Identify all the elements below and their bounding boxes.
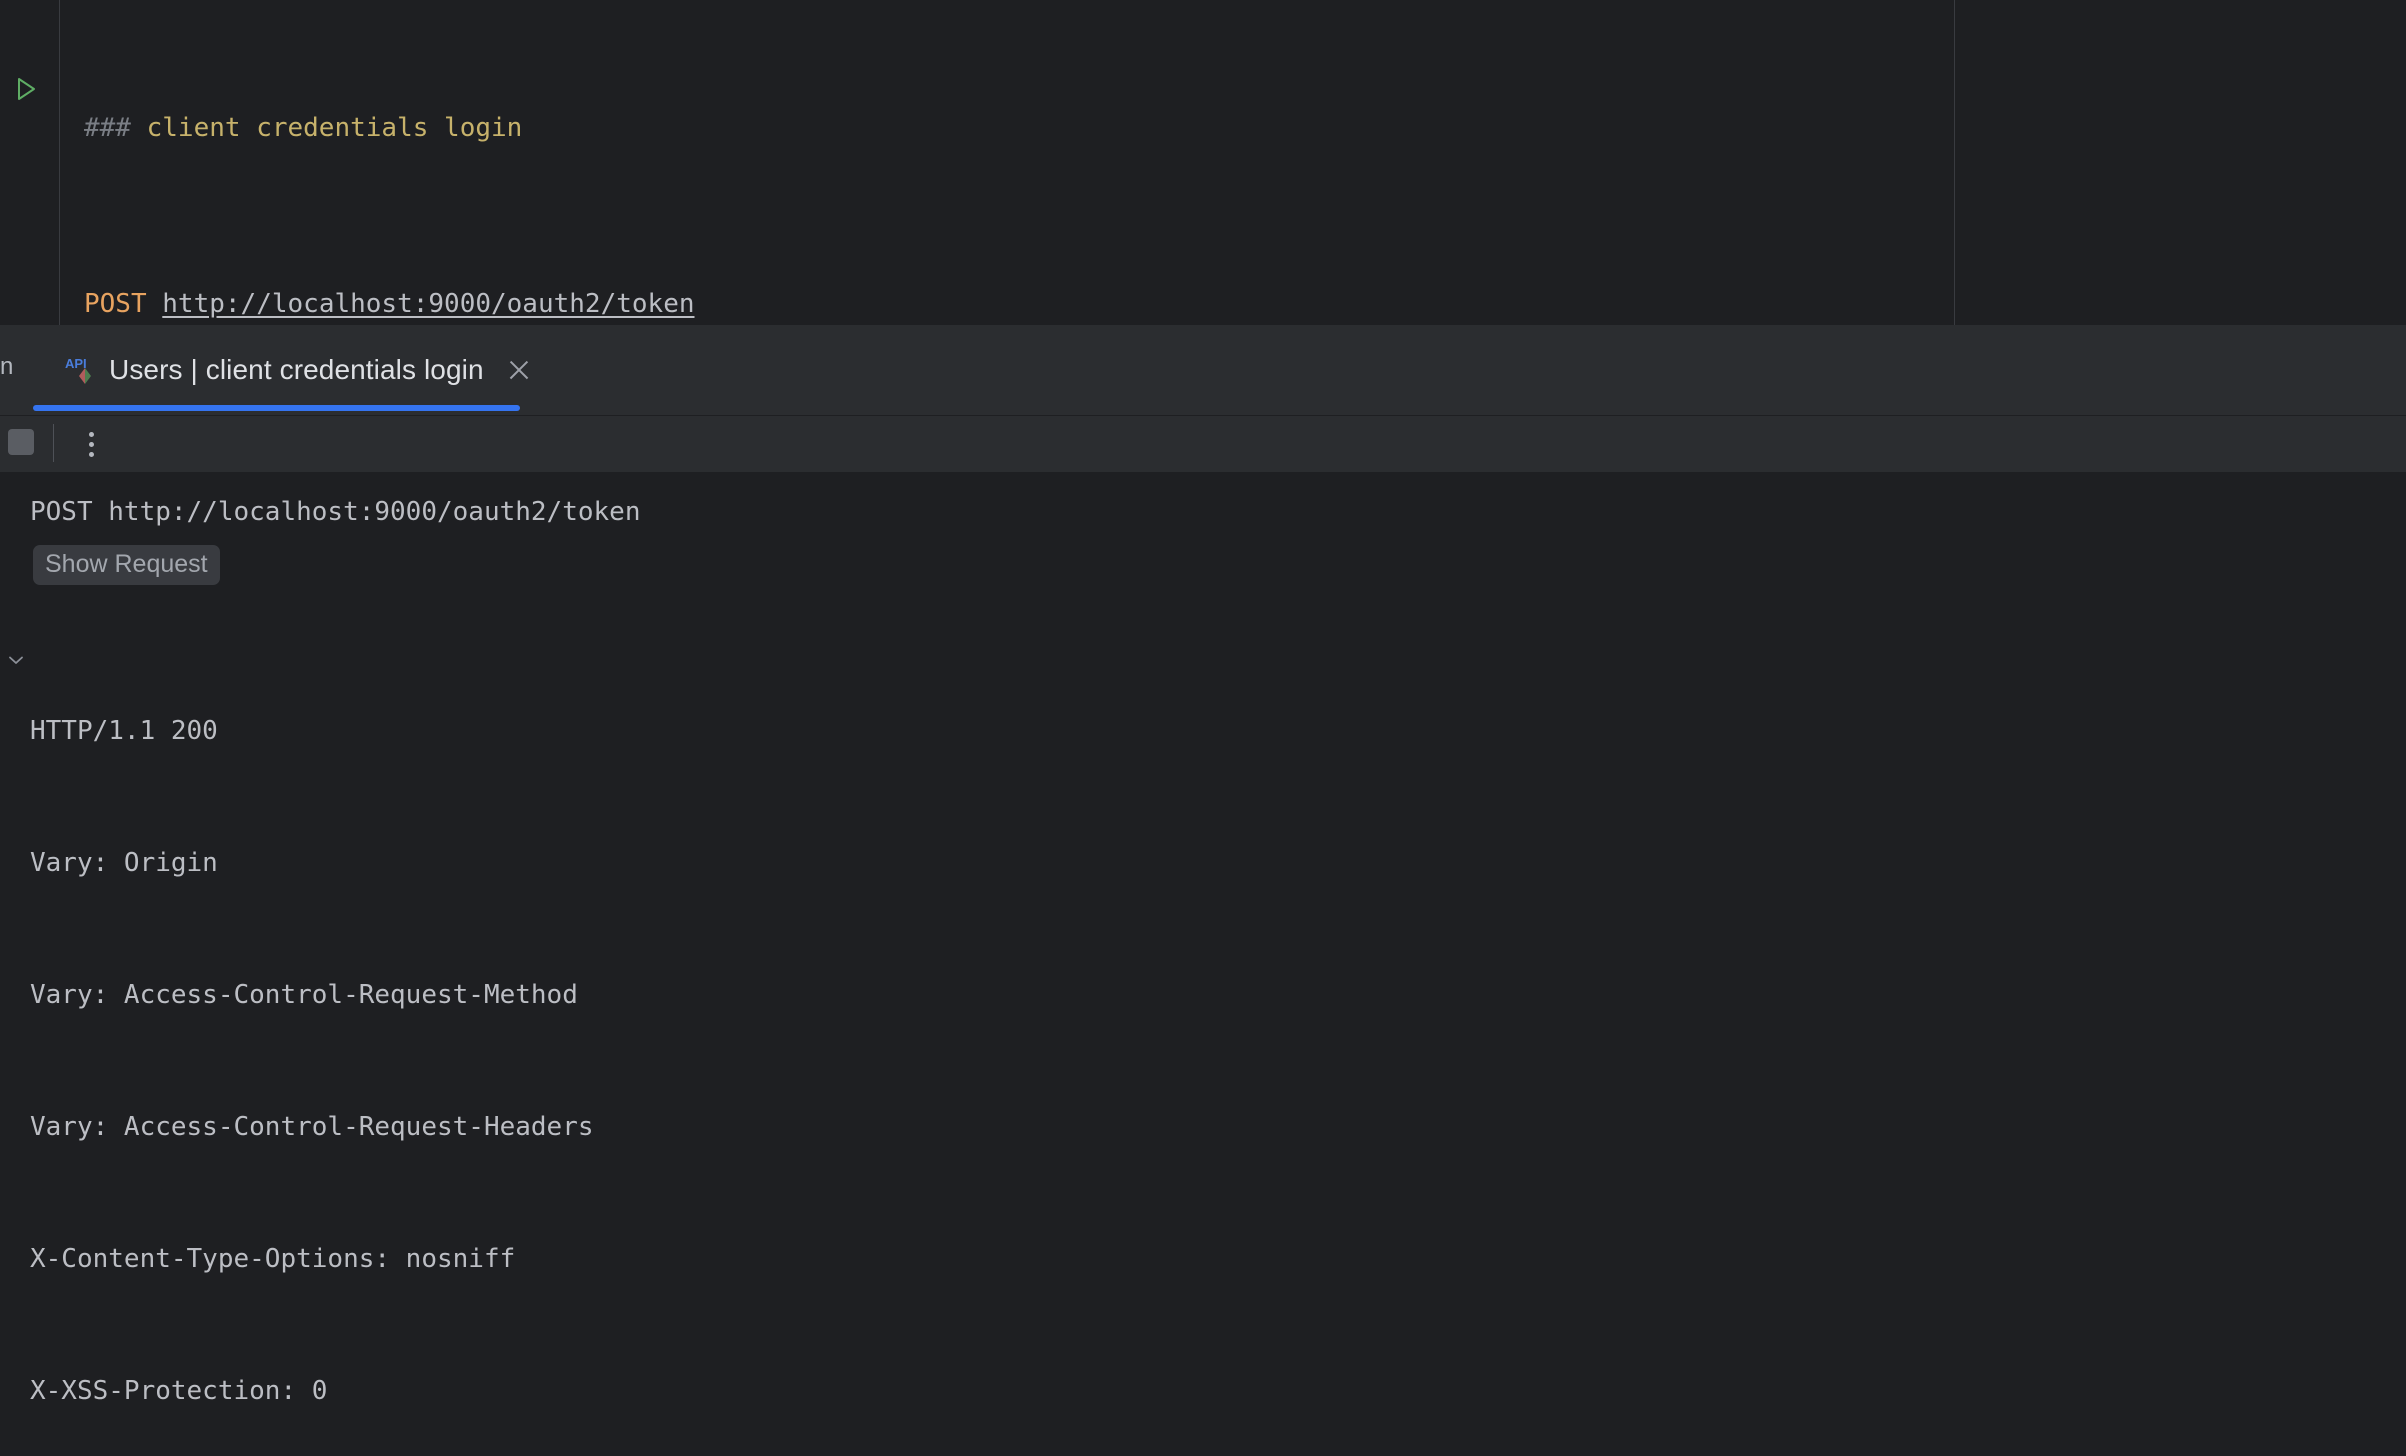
tabbar-left-fragment: n	[0, 353, 14, 380]
show-request-button[interactable]: Show Request	[33, 545, 220, 585]
active-tab-indicator	[33, 405, 520, 411]
http-method-token: POST	[84, 289, 147, 319]
http-request-editor[interactable]: ### client credentials login POST http:/…	[0, 0, 2406, 325]
run-play-icon[interactable]	[10, 74, 40, 104]
response-tab-bar: n API Users | client credentials login	[0, 325, 2406, 416]
response-toolbar	[0, 416, 2406, 473]
response-header-line: X-XSS-Protection: 0	[30, 1376, 328, 1406]
toolbar-divider	[53, 424, 54, 462]
editor-gutter-divider	[59, 0, 60, 325]
response-header-line: Vary: Origin	[30, 848, 218, 878]
more-vertical-icon[interactable]	[78, 426, 106, 462]
response-headers-block: HTTP/1.1 200 Vary: Origin Vary: Access-C…	[30, 621, 985, 1456]
request-url-link[interactable]: http://localhost:9000/oauth2/token	[162, 289, 694, 319]
ide-http-client-window: ### client credentials login POST http:/…	[0, 0, 2406, 1456]
editor-right-margin-divider	[1954, 0, 1955, 325]
comment-hash: ###	[84, 113, 147, 143]
headers-fold-chevron-icon[interactable]	[6, 650, 26, 670]
stop-icon[interactable]	[8, 429, 34, 455]
editor-code-lines: ### client credentials login POST http:/…	[84, 18, 1101, 325]
api-file-icon: API	[65, 355, 97, 387]
request-name-comment: client credentials login	[146, 113, 523, 143]
response-header-line: Vary: Access-Control-Request-Headers	[30, 1112, 594, 1142]
response-status-line: HTTP/1.1 200	[30, 716, 218, 746]
tab-label: Users | client credentials login	[109, 354, 484, 385]
response-content[interactable]: POST http://localhost:9000/oauth2/token …	[0, 473, 2406, 1456]
svg-text:API: API	[65, 356, 87, 371]
editor-line-comment: ### client credentials login	[84, 106, 1101, 150]
editor-line-request: POST http://localhost:9000/oauth2/token	[84, 282, 1101, 325]
response-header-line: X-Content-Type-Options: nosniff	[30, 1244, 516, 1274]
tab-client-credentials-login[interactable]: API Users | client credentials login	[55, 325, 546, 415]
close-icon[interactable]	[506, 357, 532, 383]
response-request-line: POST http://localhost:9000/oauth2/token	[30, 497, 641, 527]
response-header-line: Vary: Access-Control-Request-Method	[30, 980, 578, 1010]
